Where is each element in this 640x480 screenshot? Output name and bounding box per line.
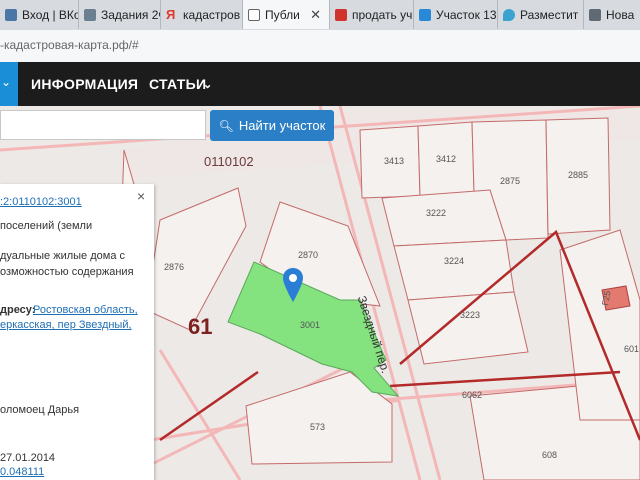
page-icon (248, 8, 260, 21)
avito-icon (335, 8, 347, 21)
tab-vk[interactable]: Вход | ВКо (0, 0, 79, 29)
plot-label: 3001 (300, 320, 320, 330)
tab-yandex[interactable]: Я кадастров (161, 0, 243, 29)
tab-label: Разместит (520, 7, 579, 22)
plot-label: 3413 (384, 156, 404, 166)
plot-label: 2870 (298, 250, 318, 260)
tab-plot[interactable]: Участок 13 (414, 0, 498, 29)
tab-place[interactable]: Разместит (498, 0, 584, 29)
map-pin-icon[interactable] (283, 268, 303, 309)
plot-label: 6062 (462, 390, 482, 400)
search-icon: 🔍︎ (218, 118, 234, 133)
value-link[interactable]: 0.048111 (0, 466, 44, 478)
plot-label: 608 (542, 450, 557, 460)
plot-label: 573 (310, 422, 325, 432)
quarter-number: 0110102 (204, 154, 254, 169)
cadastral-number-link[interactable]: :2:0110102:3001 (0, 196, 82, 208)
tab-new[interactable]: Нова (584, 0, 640, 29)
address-label: дресу: (0, 304, 36, 316)
find-plot-button[interactable]: 🔍︎ Найти участок (210, 110, 334, 141)
plot-label: 3224 (444, 256, 464, 266)
address-bar[interactable]: -кадастровая-карта.рф/# (0, 30, 640, 63)
plot-label: 601 (624, 344, 639, 354)
date-text: 27.01.2014 (0, 452, 56, 464)
close-icon[interactable]: × (137, 188, 145, 204)
address-link-1[interactable]: Ростовская область, (33, 304, 138, 316)
search-input[interactable] (0, 110, 206, 140)
pin-icon (503, 8, 515, 21)
site-navbar: ИНФОРМАЦИЯ СТАТЬИ ⌄ (0, 62, 640, 106)
tab-active[interactable]: Публи ✕ (243, 0, 330, 29)
plot-info-panel: :2:0110102:3001 поселений (земли дуальны… (0, 184, 154, 480)
chevron-down-icon: ⌄ (1, 75, 12, 89)
nav-articles[interactable]: СТАТЬИ (149, 76, 206, 92)
nav-info[interactable]: ИНФОРМАЦИЯ (31, 76, 138, 92)
owner-text: оломоец Дарья (0, 404, 80, 416)
find-plot-label: Найти участок (238, 118, 326, 133)
plot-label: 3223 (460, 310, 480, 320)
tab-label: продать уч (352, 7, 413, 22)
url-text[interactable]: -кадастровая-карта.рф/# (0, 38, 139, 52)
grid-icon (589, 8, 601, 21)
yandex-icon: Я (166, 6, 176, 22)
use-text-2: озможностью содержания (0, 266, 134, 278)
tab-label: кадастров (183, 7, 241, 22)
tab-label: Вход | ВКо (22, 7, 79, 22)
plot-label: 3412 (436, 154, 456, 164)
category-text: поселений (земли (0, 220, 93, 232)
tab-label: Публи (265, 7, 300, 22)
menu-toggle[interactable]: ⌄ (0, 62, 18, 106)
plot-label: 2875 (500, 176, 520, 186)
use-text-1: дуальные жилые дома с (0, 250, 125, 262)
block-number: 61 (188, 314, 213, 339)
windows-icon (419, 8, 431, 21)
plot-label: 2876 (164, 262, 184, 272)
address-link-2[interactable]: еркасская, пер Звездный, (0, 319, 132, 331)
tab-tasks[interactable]: Задания 2ч (79, 0, 161, 29)
plot-label: 2885 (568, 170, 588, 180)
browser-tab-bar: Вход | ВКо Задания 2ч Я кадастров Публи … (0, 0, 640, 31)
chevron-down-icon[interactable]: ⌄ (203, 78, 213, 91)
tab-label: Участок 13 (436, 7, 497, 22)
doc-icon (84, 8, 96, 21)
vk-icon (5, 8, 17, 21)
close-icon[interactable]: ✕ (310, 7, 321, 23)
tab-label: Задания 2ч (101, 7, 161, 22)
plot-label: 3222 (426, 208, 446, 218)
tab-label: Нова (606, 7, 635, 22)
tab-avito[interactable]: продать уч (330, 0, 414, 29)
